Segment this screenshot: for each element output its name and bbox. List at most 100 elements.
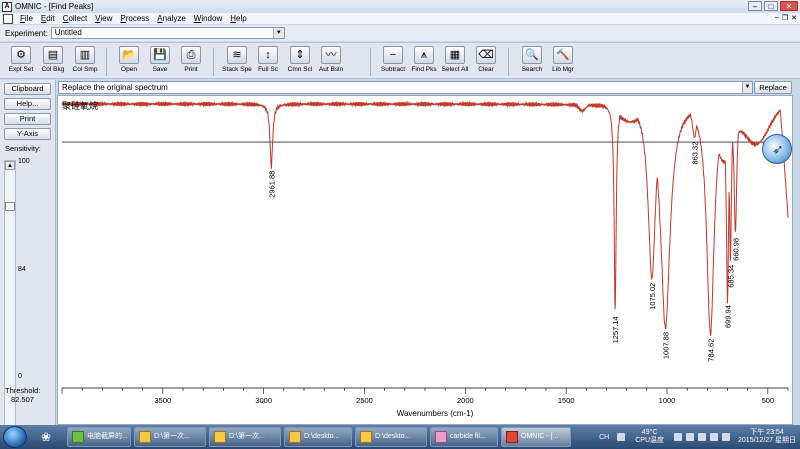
menu-collect[interactable]: Collect (59, 14, 91, 23)
sensitivity-slider[interactable]: ▲ ▼ (4, 160, 16, 449)
flag-icon[interactable] (686, 433, 695, 441)
x-tick-label: 1500 (558, 396, 575, 405)
command-select[interactable]: Replace the original spectrum ▼ (58, 81, 753, 94)
clear-button[interactable]: ⌫ Clear (469, 46, 503, 78)
threshold-value: 82.507 (11, 395, 34, 404)
save-button[interactable]: 💾 Save (143, 46, 177, 78)
menu-file[interactable]: File (16, 14, 37, 23)
peak-label: 1075.02 (648, 283, 657, 310)
menu-edit[interactable]: Edit (37, 14, 59, 23)
peak-label: 863.32 (691, 142, 700, 165)
select-all-icon: ▦ (445, 46, 465, 64)
x-tick-label: 3000 (255, 396, 272, 405)
window-title: OMNIC - [Find Peaks] (15, 2, 94, 11)
library-manager-button[interactable]: 🔨 Lib Mgr (546, 46, 580, 78)
mdi-close-button[interactable]: ✕ (791, 14, 797, 22)
document-icon[interactable] (3, 13, 13, 24)
select-all-button[interactable]: ▦ Select All (438, 46, 472, 78)
task-button[interactable]: D:\第一次... (209, 427, 281, 447)
document-app-icon (435, 431, 447, 443)
task-button[interactable]: D:\deskto... (284, 427, 352, 447)
slider-up-arrow-icon[interactable]: ▲ (5, 161, 15, 170)
language-indicator[interactable]: CH (599, 434, 609, 441)
subtract-icon: − (383, 46, 403, 64)
x-axis-label: Wavenumbers (cm-1) (397, 409, 474, 418)
spectrum-plot[interactable]: 2961.88 1257.14 1075.02 1007.88 863.32 784.62… (58, 96, 792, 424)
help-button[interactable]: Help... (4, 98, 51, 110)
menu-process[interactable]: Process (116, 14, 153, 23)
sensitivity-max: 100 (18, 158, 30, 165)
experiment-value: Untitled (54, 28, 82, 37)
volume-icon[interactable] (722, 433, 731, 441)
signal-icon[interactable] (710, 433, 719, 441)
omnic-app-icon[interactable]: A (2, 1, 12, 12)
save-icon: 💾 (150, 46, 170, 64)
menu-bar: File Edit Collect View Process Analyze W… (0, 13, 800, 24)
task-button[interactable]: D:\deskto... (355, 427, 427, 447)
task-button[interactable]: 电脑截屏的... (67, 427, 131, 447)
clipboard-button[interactable]: Clipboard (4, 83, 51, 95)
spectrum-window[interactable]: 2961.88 1257.14 1075.02 1007.88 863.32 784.62… (57, 95, 793, 425)
mdi-controls: – ❐ ✕ (775, 14, 797, 22)
close-button[interactable]: ✕ (780, 1, 798, 11)
start-button[interactable] (3, 426, 27, 448)
slider-thumb[interactable] (5, 202, 15, 211)
taskbar: ❀ 电脑截屏的... D:\第一次... D:\第一次... D:\deskto… (0, 425, 800, 449)
task-button[interactable]: D:\第一次... (134, 427, 206, 447)
sensitivity-label: Sensitivity: (5, 144, 41, 153)
chevron-down-icon[interactable]: ▼ (272, 28, 284, 38)
toolbar: ⚙ Expt Set ▤ Col Bkg ▥ Col Smp 📂 Open 💾 Save … (0, 42, 800, 79)
peak-label: 660.98 (731, 238, 740, 261)
replace-button[interactable]: Replace (754, 81, 792, 94)
mdi-restore-button[interactable]: ❐ (782, 14, 788, 22)
find-peaks-icon: ⩚ (414, 46, 434, 64)
sample-name: 聚硅氧烷 (62, 101, 99, 111)
experiment-select[interactable]: Untitled ▼ (50, 27, 285, 39)
task-button[interactable]: carbide fil... (430, 427, 498, 447)
experiment-label: Experiment: (5, 28, 48, 38)
auto-baseline-button[interactable]: 〰 Aut Bsln (314, 46, 348, 78)
full-scale-button[interactable]: ↕ Full Sc (251, 46, 285, 78)
col-smp-button[interactable]: ▥ Col Smp (68, 46, 102, 78)
find-peaks-button[interactable]: ⩚ Find Pks (407, 46, 441, 78)
menu-help[interactable]: Help (226, 14, 250, 23)
toolbar-separator (106, 48, 107, 76)
library-manager-icon: 🔨 (553, 46, 573, 64)
task-button-active[interactable]: OMNIC - [... (501, 427, 571, 447)
auto-baseline-icon: 〰 (321, 46, 341, 64)
open-icon: 📂 (119, 46, 139, 64)
network-app-icon[interactable]: ❀ (35, 427, 57, 447)
common-scale-icon: ⇕ (290, 46, 310, 64)
menu-analyze[interactable]: Analyze (153, 14, 189, 23)
print-button[interactable]: ⎙ Print (174, 46, 208, 78)
display-icon[interactable] (698, 433, 707, 441)
col-bkg-button[interactable]: ▤ Col Bkg (36, 46, 70, 78)
expt-set-button[interactable]: ⚙ Expt Set (4, 46, 38, 78)
peak-label: 1007.88 (661, 332, 670, 359)
folder-icon (139, 431, 151, 443)
clock[interactable]: 下午 23:54 2015/12/27 星期日 (738, 429, 796, 445)
toolbar-separator (213, 48, 214, 76)
print-button-left[interactable]: Print (4, 113, 51, 125)
menu-window[interactable]: Window (190, 14, 226, 23)
toolbar-separator (370, 48, 371, 76)
minimize-button[interactable]: – (748, 1, 762, 11)
maximize-button[interactable]: □ (764, 1, 778, 11)
window-controls: – □ ✕ (748, 1, 798, 11)
x-tick-label: 1000 (659, 396, 676, 405)
print-icon: ⎙ (181, 46, 201, 64)
stack-spectra-button[interactable]: ≋ Stack Spe (220, 46, 254, 78)
keyboard-icon[interactable] (617, 433, 626, 441)
subtract-button[interactable]: − Subtract (376, 46, 410, 78)
mdi-minimize-button[interactable]: – (775, 14, 779, 22)
common-scale-button[interactable]: ⇕ Cmn Scl (283, 46, 317, 78)
system-tray: CH 49°C CPU温度 下午 23:54 2015/12/27 星期日 (599, 427, 796, 447)
stack-spectra-icon: ≋ (227, 46, 247, 64)
open-button[interactable]: 📂 Open (112, 46, 146, 78)
x-tick-label: 3500 (154, 396, 171, 405)
menu-view[interactable]: View (91, 14, 116, 23)
tray-app-icon[interactable] (674, 433, 683, 441)
y-axis-button[interactable]: Y-Axis (4, 128, 51, 140)
search-button[interactable]: 🔍 Search (515, 46, 549, 78)
chevron-down-icon[interactable]: ▼ (742, 82, 752, 93)
